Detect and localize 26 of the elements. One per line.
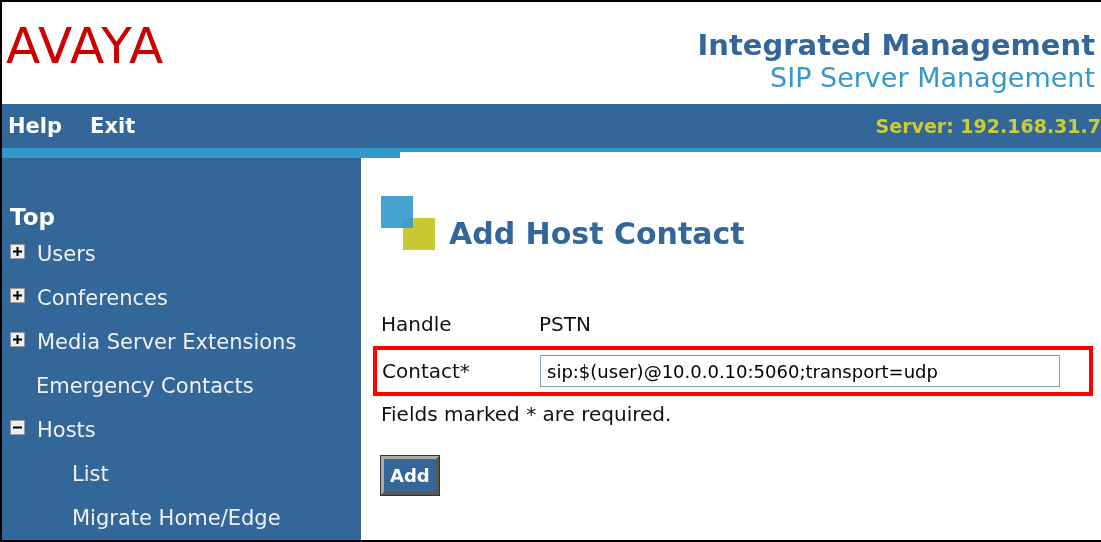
sidebar-heading[interactable]: Top: [10, 202, 55, 232]
required-note: Fields marked * are required.: [381, 402, 672, 426]
app-subtitle: SIP Server Management: [770, 62, 1095, 94]
server-address: Server: 192.168.31.7: [875, 115, 1101, 137]
collapse-icon[interactable]: [10, 419, 25, 435]
expand-icon[interactable]: [10, 243, 25, 259]
expand-icon[interactable]: [10, 331, 25, 347]
field-label: Handle: [381, 312, 453, 336]
sidebar-item[interactable]: Emergency Contacts: [10, 364, 254, 408]
contact-field[interactable]: sip:$(user)@10.0.0.10:5060;transport=udp: [540, 355, 1060, 387]
sidebar-item[interactable]: Conferences: [10, 276, 168, 320]
nav-link[interactable]: Help: [8, 114, 63, 138]
logo: AVAYA: [6, 16, 165, 76]
sidebar-item[interactable]: Media Server Extensions: [10, 320, 297, 364]
sidebar-item[interactable]: Hosts: [10, 408, 96, 452]
field-label: Contact*: [382, 359, 471, 383]
app-title: Integrated Management: [697, 28, 1095, 62]
add-button[interactable]: Add: [381, 456, 439, 495]
nav-link[interactable]: Exit: [90, 114, 136, 138]
sidebar-item[interactable]: Migrate Home/Edge: [10, 496, 281, 540]
field-value: PSTN: [539, 312, 591, 336]
sidebar-item[interactable]: List: [10, 452, 109, 496]
sidebar-item[interactable]: Users: [10, 232, 96, 276]
page-title: Add Host Contact: [449, 216, 745, 252]
squares-icon: [381, 196, 437, 252]
expand-icon[interactable]: [10, 287, 25, 303]
